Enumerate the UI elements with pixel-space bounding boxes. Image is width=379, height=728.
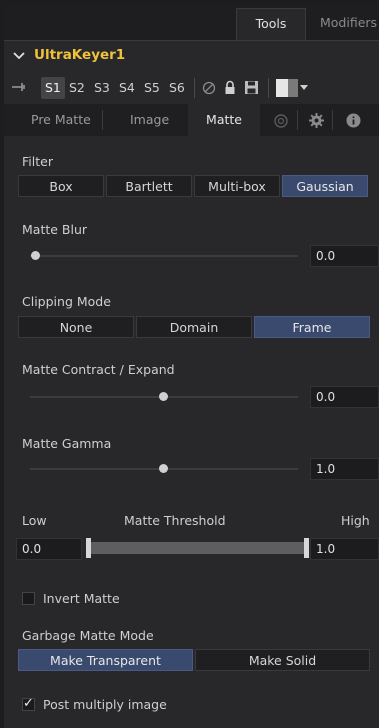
tab-matte-label: Matte xyxy=(206,112,242,127)
tab-settings-gear-icon[interactable] xyxy=(308,112,325,129)
color-swatch-button[interactable] xyxy=(276,79,308,97)
threshold-high-label: High xyxy=(341,513,370,528)
filter-gaussian-button[interactable]: Gaussian xyxy=(282,175,368,197)
clipping-mode-button-group: None Domain Frame xyxy=(18,316,370,338)
lock-icon[interactable] xyxy=(223,80,237,95)
tab-image[interactable]: Image xyxy=(130,112,169,127)
matte-blur-slider-thumb[interactable] xyxy=(31,251,40,260)
node-expand-icon[interactable] xyxy=(12,50,26,62)
tab-matte[interactable]: Matte xyxy=(188,104,260,136)
threshold-title-label: Matte Threshold xyxy=(124,513,226,528)
garbage-matte-label: Garbage Matte Mode xyxy=(22,628,154,643)
clipping-domain-button[interactable]: Domain xyxy=(136,316,252,338)
slot-s2-button[interactable]: S2 xyxy=(69,80,85,95)
garbage-matte-button-group: Make Transparent Make Solid xyxy=(18,649,370,671)
icon-separator xyxy=(268,78,269,98)
filter-label: Filter xyxy=(22,154,53,169)
slot-separator xyxy=(194,78,195,98)
threshold-low-value-field[interactable]: 0.0 xyxy=(16,538,82,560)
modifiers-tab-label: Modifiers xyxy=(320,15,378,30)
threshold-high-handle[interactable] xyxy=(304,538,309,558)
slot-s6-button[interactable]: S6 xyxy=(169,80,185,95)
header-divider xyxy=(4,40,379,41)
slot-s5-button[interactable]: S5 xyxy=(144,80,160,95)
subtab-sep-2 xyxy=(297,110,298,130)
filter-button-group: Box Bartlett Multi-box Gaussian xyxy=(18,175,368,197)
clipping-mode-label: Clipping Mode xyxy=(22,294,111,309)
tab-pre-matte[interactable]: Pre Matte xyxy=(31,112,91,127)
gamma-slider-thumb[interactable] xyxy=(159,464,168,473)
contract-expand-slider-thumb[interactable] xyxy=(159,392,168,401)
clipping-none-button[interactable]: None xyxy=(18,316,134,338)
filter-bartlett-button[interactable]: Bartlett xyxy=(106,175,192,197)
post-multiply-checkbox[interactable]: ✓ xyxy=(22,696,35,711)
threshold-low-label: Low xyxy=(22,513,47,528)
filter-box-button[interactable]: Box xyxy=(18,175,104,197)
modifiers-tab[interactable]: Modifiers xyxy=(308,8,379,40)
matte-blur-slider-track[interactable] xyxy=(30,255,298,257)
slot-s4-button[interactable]: S4 xyxy=(119,80,135,95)
make-solid-button[interactable]: Make Solid xyxy=(195,649,370,671)
inspector-panel: Tools Modifiers UltraKeyer1 S1 S2 S3 S4 … xyxy=(4,4,379,728)
gamma-value-field[interactable]: 1.0 xyxy=(310,458,379,480)
threshold-low-handle[interactable] xyxy=(86,538,91,558)
clipping-frame-button[interactable]: Frame xyxy=(254,316,370,338)
matte-blur-label: Matte Blur xyxy=(22,222,88,237)
slot-s1-label: S1 xyxy=(45,80,61,95)
contract-expand-value-field[interactable]: 0.0 xyxy=(310,386,379,408)
pin-icon[interactable] xyxy=(10,80,30,94)
tab-camera-icon[interactable] xyxy=(273,113,289,129)
subtab-sep-3 xyxy=(332,110,333,130)
slot-s1-button[interactable]: S1 xyxy=(41,77,65,99)
threshold-high-value-field[interactable]: 1.0 xyxy=(310,538,379,560)
slot-s3-button[interactable]: S3 xyxy=(94,80,110,95)
matte-blur-value-field[interactable]: 0.0 xyxy=(310,245,379,267)
tab-info-icon[interactable] xyxy=(346,113,361,128)
contract-expand-label: Matte Contract / Expand xyxy=(22,362,175,377)
tools-tab[interactable]: Tools xyxy=(236,8,306,40)
invert-matte-label[interactable]: Invert Matte xyxy=(43,591,120,606)
node-name[interactable]: UltraKeyer1 xyxy=(34,47,125,63)
threshold-range-bar[interactable] xyxy=(88,542,306,554)
invert-matte-checkbox[interactable] xyxy=(22,592,35,605)
bypass-icon[interactable] xyxy=(202,81,216,95)
post-multiply-label[interactable]: Post multiply image xyxy=(43,697,167,712)
subtab-sep-1 xyxy=(102,110,103,130)
check-icon: ✓ xyxy=(23,696,34,711)
gamma-label: Matte Gamma xyxy=(22,436,112,451)
tools-tab-label: Tools xyxy=(255,16,287,31)
make-transparent-button[interactable]: Make Transparent xyxy=(18,649,193,671)
save-icon[interactable] xyxy=(244,80,259,95)
filter-multibox-button[interactable]: Multi-box xyxy=(194,175,280,197)
